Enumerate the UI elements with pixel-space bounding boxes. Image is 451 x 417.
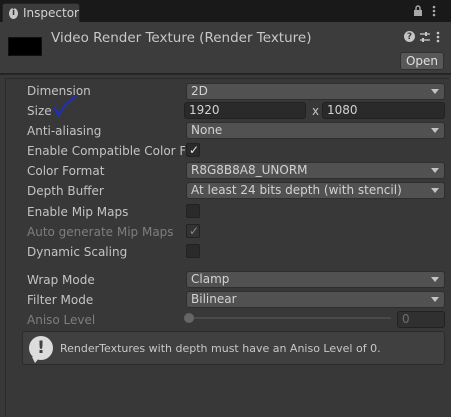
lock-icon[interactable] — [413, 5, 423, 19]
compatible-color-format-checkbox[interactable]: ✓ — [186, 143, 200, 157]
checkmark-icon: ✓ — [189, 143, 200, 157]
wrap-mode-label: Wrap Mode — [27, 273, 95, 287]
dropdown-arrow-icon — [431, 168, 439, 173]
checkmark-icon: ✓ — [189, 224, 200, 238]
filter-mode-dropdown[interactable]: Bilinear — [186, 291, 445, 308]
aniso-level-slider-handle — [184, 313, 194, 323]
anti-aliasing-value: None — [191, 123, 223, 137]
size-label: Size — [27, 104, 52, 118]
presets-icon[interactable] — [419, 31, 431, 45]
helpbox-message: RenderTextures with depth must have an A… — [60, 342, 381, 355]
inspector-panel: Dimension 2D Size 1920 x 1080 Anti-alias… — [0, 75, 451, 417]
more-options-icon[interactable] — [432, 5, 436, 19]
enable-mip-maps-label: Enable Mip Maps — [27, 205, 129, 219]
property-list: Dimension 2D Size 1920 x 1080 Anti-alias… — [5, 78, 449, 417]
anti-aliasing-dropdown[interactable]: None — [186, 122, 445, 139]
dynamic-scaling-checkbox[interactable] — [186, 244, 200, 258]
depth-buffer-value: At least 24 bits depth (with stencil) — [191, 183, 402, 197]
dimension-dropdown[interactable]: 2D — [186, 83, 445, 100]
help-icon[interactable]: ? — [404, 31, 415, 42]
dimension-value: 2D — [191, 84, 208, 98]
warning-icon: ! — [29, 336, 53, 363]
aniso-level-field: 0 — [397, 311, 445, 328]
filter-mode-label: Filter Mode — [27, 293, 94, 307]
dropdown-arrow-icon — [431, 188, 439, 193]
tab-inspector[interactable]: i Inspector — [2, 3, 80, 22]
filter-mode-value: Bilinear — [191, 292, 237, 306]
asset-title: Video Render Texture (Render Texture) — [51, 30, 312, 46]
aniso-level-label: Aniso Level — [27, 313, 96, 327]
color-format-dropdown[interactable]: R8G8B8A8_UNORM — [186, 162, 445, 179]
size-separator: x — [312, 104, 320, 118]
enable-mip-maps-checkbox[interactable] — [186, 204, 200, 218]
component-menu-icon[interactable] — [436, 31, 440, 45]
open-button[interactable]: Open — [400, 52, 444, 70]
dropdown-arrow-icon — [431, 89, 439, 94]
color-format-value: R8G8B8A8_UNORM — [191, 163, 308, 177]
dropdown-arrow-icon — [431, 128, 439, 133]
dynamic-scaling-label: Dynamic Scaling — [27, 245, 128, 259]
compatible-color-format-label: Enable Compatible Color For — [27, 144, 185, 158]
dropdown-arrow-icon — [431, 297, 439, 302]
auto-generate-mip-maps-checkbox: ✓ — [186, 224, 200, 238]
auto-generate-mip-maps-label: Auto generate Mip Maps — [27, 225, 174, 239]
depth-buffer-dropdown[interactable]: At least 24 bits depth (with stencil) — [186, 182, 445, 199]
asset-header: Video Render Texture (Render Texture) ? … — [0, 22, 451, 74]
size-width-field[interactable]: 1920 — [184, 102, 306, 119]
aniso-level-slider-track — [188, 317, 391, 319]
render-texture-thumbnail — [8, 37, 42, 56]
depth-buffer-label: Depth Buffer — [27, 184, 104, 198]
dropdown-arrow-icon — [431, 277, 439, 282]
wrap-mode-dropdown[interactable]: Clamp — [186, 271, 445, 288]
depth-warning-helpbox: ! RenderTextures with depth must have an… — [22, 331, 445, 365]
anti-aliasing-label: Anti-aliasing — [27, 124, 102, 138]
size-height-field[interactable]: 1080 — [322, 102, 445, 119]
info-icon: i — [9, 7, 19, 19]
wrap-mode-value: Clamp — [191, 272, 230, 286]
annotation-checkmark-icon — [53, 96, 77, 117]
tab-bar: i Inspector — [0, 0, 451, 22]
tab-inspector-label: Inspector — [23, 6, 79, 20]
color-format-label: Color Format — [27, 164, 105, 178]
